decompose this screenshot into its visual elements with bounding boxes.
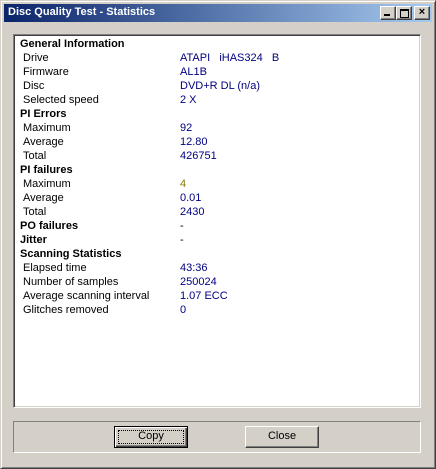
stat-value: 426751 (180, 150, 217, 162)
section-heading: PO failures (20, 220, 79, 232)
stat-row-average-scanning-interval: Average scanning interval 1.07 ECC (20, 289, 418, 303)
stat-value: 0 (180, 304, 187, 316)
section-jitter: Jitter - (20, 233, 418, 247)
maximize-button[interactable] (396, 6, 412, 20)
stat-value: 12.80 (180, 136, 208, 148)
stat-row-pi-failures-average: Average 0.01 (20, 191, 418, 205)
section-pi-failures: PI failures (20, 163, 418, 177)
stat-label: Maximum (23, 178, 71, 190)
stat-value: AL1B (180, 66, 207, 78)
stat-value: 0.01 (180, 192, 202, 204)
stat-value: ATAPI iHAS324 B (180, 52, 280, 64)
stat-row-pi-errors-average: Average 12.80 (20, 135, 418, 149)
stat-label: Firmware (23, 66, 69, 78)
close-window-button[interactable]: × (414, 6, 430, 20)
section-heading: Scanning Statistics (20, 248, 122, 260)
stat-label: Drive (23, 52, 49, 64)
section-general-information: General Information (20, 37, 418, 51)
close-button[interactable]: Close (245, 426, 319, 448)
stat-value: 250024 (180, 276, 217, 288)
section-heading: General Information (20, 38, 125, 50)
minimize-button[interactable] (380, 6, 396, 20)
title-bar[interactable]: Disc Quality Test - Statistics × (4, 4, 432, 22)
stat-value: 4 (180, 178, 187, 190)
stat-label: Glitches removed (23, 304, 109, 316)
maximize-icon (400, 9, 409, 18)
stat-value: 92 (180, 122, 193, 134)
statistics-dialog: Disc Quality Test - Statistics × General… (0, 0, 436, 469)
stat-value: 1.07 ECC (180, 290, 228, 302)
stat-label: Average (23, 136, 64, 148)
stat-row-pi-errors-maximum: Maximum 92 (20, 121, 418, 135)
stat-label: Elapsed time (23, 262, 87, 274)
section-scanning-statistics: Scanning Statistics (20, 247, 418, 261)
stat-value: DVD+R DL (n/a) (180, 80, 260, 92)
stat-row-disc: Disc DVD+R DL (n/a) (20, 79, 418, 93)
stat-label: Total (23, 206, 47, 218)
stat-row-pi-failures-maximum: Maximum 4 (20, 177, 418, 191)
stat-label: Selected speed (23, 94, 99, 106)
stat-label: Total (23, 150, 47, 162)
stat-label: Disc (23, 80, 45, 92)
stat-value: 2430 (180, 206, 205, 218)
copy-button[interactable]: Copy (114, 426, 188, 448)
stat-label: Number of samples (23, 276, 119, 288)
stat-value: - (180, 220, 184, 232)
minimize-icon (384, 14, 390, 16)
focus-rectangle (118, 430, 184, 444)
stat-row-firmware: Firmware AL1B (20, 65, 418, 79)
stat-row-elapsed-time: Elapsed time 43:36 (20, 261, 418, 275)
close-button-label: Close (267, 430, 297, 442)
stat-value: - (180, 234, 184, 246)
statistics-panel: General Information Drive ATAPI iHAS324 … (13, 34, 421, 408)
stat-row-pi-errors-total: Total 426751 (20, 149, 418, 163)
stat-row-glitches-removed: Glitches removed 0 (20, 303, 418, 317)
stat-value: 2 X (180, 94, 197, 106)
window-title: Disc Quality Test - Statistics (8, 6, 156, 18)
button-bar: Copy Close (13, 421, 421, 453)
stat-value: 43:36 (180, 262, 208, 274)
statistics-list: General Information Drive ATAPI iHAS324 … (20, 37, 418, 317)
close-icon: × (418, 6, 426, 18)
stat-row-number-of-samples: Number of samples 250024 (20, 275, 418, 289)
stat-label: Average scanning interval (23, 290, 150, 302)
stat-row-pi-failures-total: Total 2430 (20, 205, 418, 219)
section-heading: Jitter (20, 234, 47, 246)
stat-row-drive: Drive ATAPI iHAS324 B (20, 51, 418, 65)
stat-label: Average (23, 192, 64, 204)
section-po-failures: PO failures - (20, 219, 418, 233)
section-heading: PI failures (20, 164, 73, 176)
section-heading: PI Errors (20, 108, 67, 120)
stat-row-selected-speed: Selected speed 2 X (20, 93, 418, 107)
section-pi-errors: PI Errors (20, 107, 418, 121)
stat-label: Maximum (23, 122, 71, 134)
